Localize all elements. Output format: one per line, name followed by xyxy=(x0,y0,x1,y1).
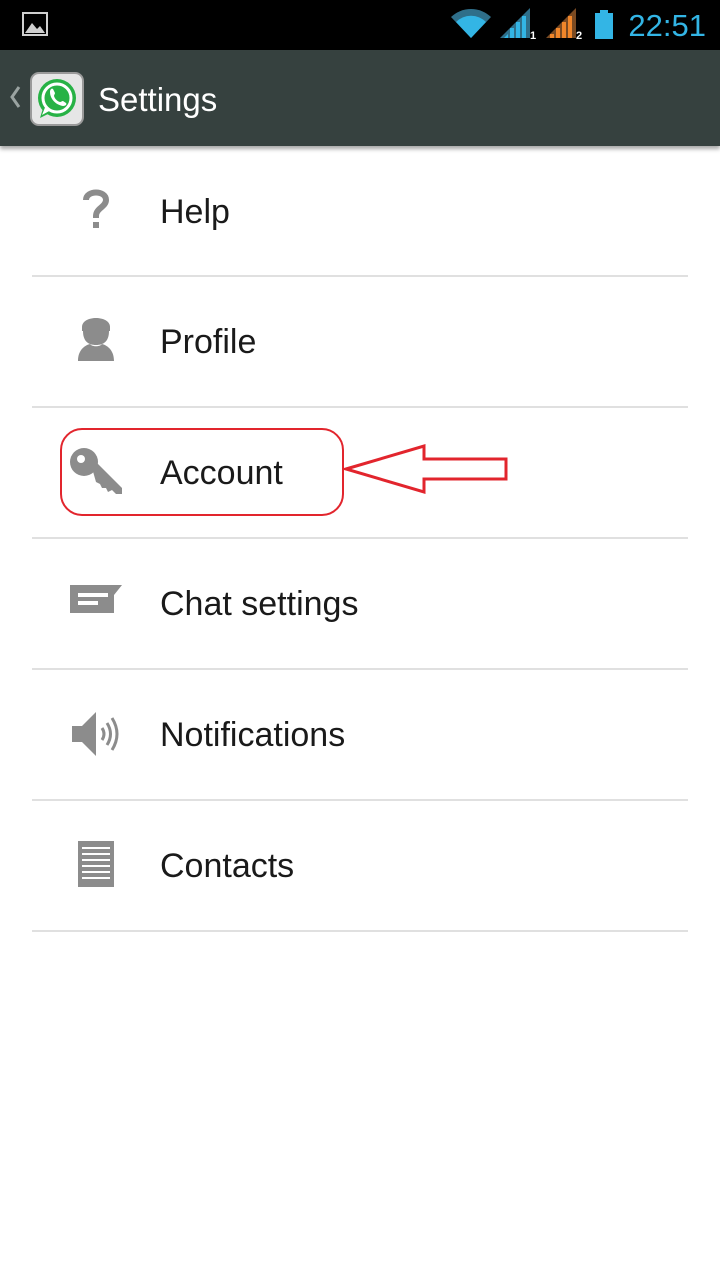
navigate-up-button[interactable] xyxy=(0,50,92,146)
speaker-icon xyxy=(72,712,119,756)
settings-item-label: Profile xyxy=(160,323,257,361)
settings-item-label: Chat settings xyxy=(160,585,359,623)
annotation-highlight-box xyxy=(60,428,344,516)
status-bar: 1 2 22:51 xyxy=(0,0,720,50)
settings-item-label: Notifications xyxy=(160,716,346,754)
settings-item-label: Help xyxy=(160,193,230,231)
settings-item-label: Contacts xyxy=(160,847,295,885)
svg-text:2: 2 xyxy=(576,30,582,40)
settings-item-notifications[interactable]: Notifications xyxy=(32,670,688,801)
page-title: Settings xyxy=(98,81,218,118)
settings-list: Help Profile Account Chat settings Notif… xyxy=(0,146,720,932)
help-icon xyxy=(83,189,110,228)
profile-icon xyxy=(78,318,114,361)
signal-sim1-icon: 1 xyxy=(500,8,536,40)
settings-item-profile[interactable]: Profile xyxy=(32,277,688,408)
settings-item-chat-settings[interactable]: Chat settings xyxy=(32,539,688,670)
clock: 22:51 xyxy=(628,8,706,43)
settings-item-help[interactable]: Help xyxy=(32,146,688,277)
battery-icon xyxy=(595,10,613,39)
annotation-arrow-icon xyxy=(342,443,508,495)
chat-icon xyxy=(70,585,122,613)
signal-sim2-icon: 2 xyxy=(546,8,582,40)
action-bar: Settings xyxy=(0,50,720,146)
whatsapp-logo-icon xyxy=(30,72,84,126)
gallery-icon xyxy=(22,12,48,36)
wifi-icon xyxy=(451,9,491,39)
contacts-list-icon xyxy=(78,841,114,887)
svg-text:1: 1 xyxy=(530,30,536,40)
back-chevron-icon xyxy=(10,86,21,108)
settings-item-contacts[interactable]: Contacts xyxy=(32,801,688,932)
